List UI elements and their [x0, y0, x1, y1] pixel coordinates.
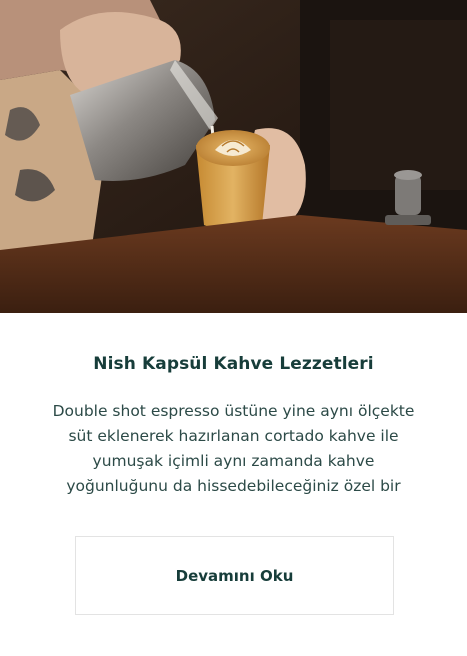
description-line: yoğunluğunu da hissedebileceğiniz özel b…	[66, 477, 401, 495]
hero-image[interactable]	[0, 0, 467, 313]
read-more-button[interactable]: Devamını Oku	[75, 536, 394, 615]
card-body: Nish Kapsül Kahve Lezzetleri Double shot…	[0, 313, 467, 656]
card-title[interactable]: Nish Kapsül Kahve Lezzetleri	[0, 354, 467, 374]
description-line: yumuşak içimli aynı zamanda kahve	[92, 452, 375, 470]
latte-art-photo	[0, 0, 467, 313]
card-description: Double shot espresso üstüne yine aynı öl…	[40, 399, 427, 499]
description-line: süt eklenerek hazırlanan cortado kahve i…	[68, 427, 399, 445]
description-line: Double shot espresso üstüne yine aynı öl…	[52, 402, 415, 420]
blog-card: Nish Kapsül Kahve Lezzetleri Double shot…	[0, 0, 467, 656]
